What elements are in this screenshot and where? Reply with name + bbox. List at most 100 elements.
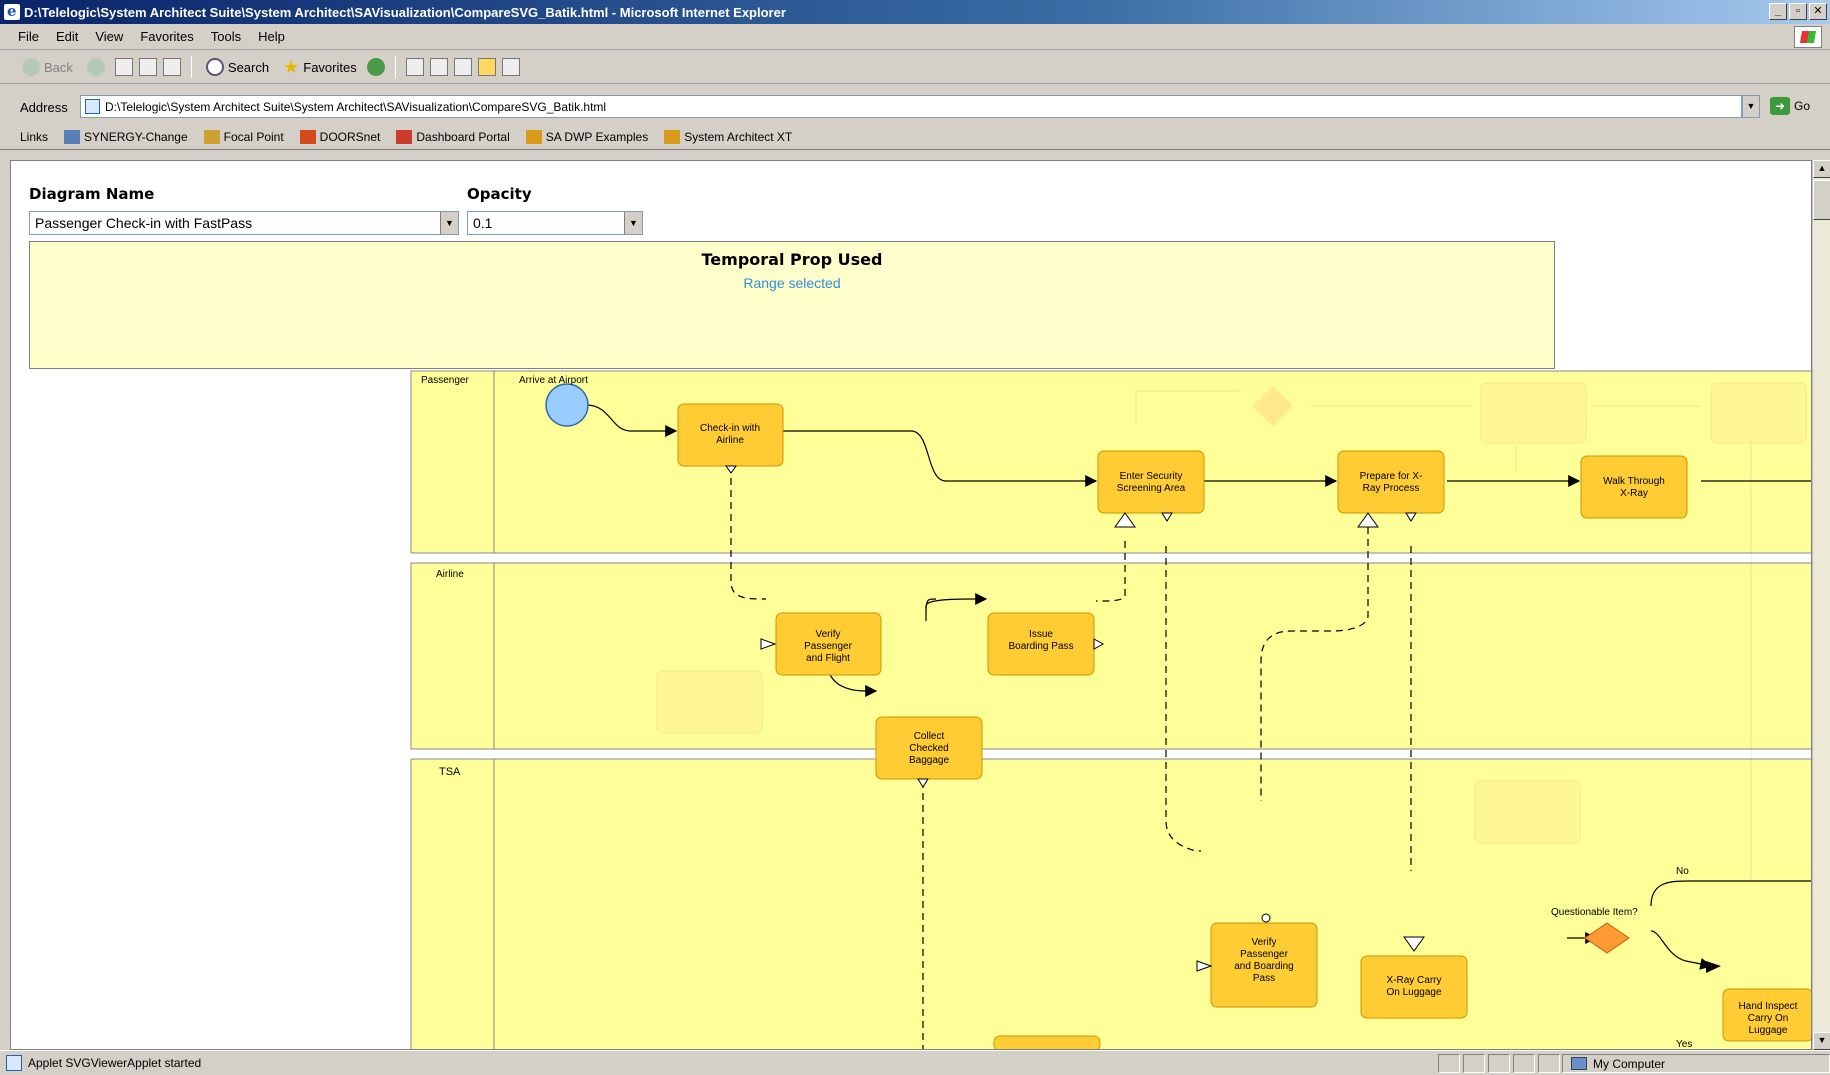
forward-arrow-icon (86, 58, 105, 76)
menu-bar: File Edit View Favorites Tools Help (0, 24, 1830, 50)
scroll-thumb[interactable] (1813, 180, 1830, 220)
sa-xt-icon (664, 129, 681, 144)
lane-label-passenger: Passenger (421, 375, 469, 386)
scroll-down-arrow-icon[interactable]: ▼ (1813, 1032, 1830, 1050)
favorites-button[interactable]: ★ Favorites (279, 55, 361, 80)
close-button[interactable]: ✕ (1809, 3, 1827, 20)
minimize-button[interactable]: _ (1769, 3, 1787, 20)
forward-button[interactable] (83, 56, 109, 78)
svg-text:Hand Inspect: Hand Inspect (1739, 1001, 1798, 1012)
window-title-bar: D:\Telelogic\System Architect Suite\Syst… (0, 0, 1830, 24)
maximize-button[interactable]: ▫ (1789, 3, 1807, 20)
start-event-label: Arrive at Airport (519, 375, 588, 386)
scroll-up-arrow-icon[interactable]: ▲ (1813, 160, 1830, 178)
svg-text:Enter Security: Enter Security (1120, 471, 1183, 482)
stop-icon[interactable] (114, 58, 133, 76)
menu-tools[interactable]: Tools (211, 29, 241, 44)
task-check-in[interactable]: Check-in with Airline (677, 403, 784, 474)
svg-text:Carry On: Carry On (1748, 1013, 1789, 1024)
svg-text:and Boarding: and Boarding (1234, 961, 1294, 972)
svg-text:X-Ray Carry: X-Ray Carry (1386, 975, 1441, 986)
menu-file[interactable]: File (18, 29, 39, 44)
svg-text:Pass: Pass (1253, 973, 1275, 984)
folder-icon[interactable] (477, 58, 496, 76)
lane-tsa: TSA (410, 758, 1811, 1049)
svg-text:Luggage: Luggage (1749, 1025, 1788, 1036)
process-diagram[interactable]: Passenger Airline TSA Arrive at Airport … (11, 161, 1812, 1050)
toolbar: Back Search ★ Favorites (0, 51, 1830, 84)
task-hand-inspect[interactable]: Hand Inspect Carry On Luggage (1722, 988, 1812, 1042)
menu-favorites[interactable]: Favorites (140, 29, 193, 44)
task-collect-baggage[interactable]: Collect Checked Baggage (875, 716, 983, 788)
doors-icon (299, 129, 316, 144)
svg-text:Baggage: Baggage (909, 755, 949, 766)
svg-text:Passenger: Passenger (804, 641, 852, 652)
print-icon[interactable] (453, 58, 472, 76)
task-verify-flight[interactable]: Verify Passenger and Flight (760, 612, 882, 676)
task-verify-boarding-pass[interactable]: Verify Passenger and Boarding Pass (1196, 913, 1318, 1008)
svg-text:Prepare for X-: Prepare for X- (1360, 471, 1423, 482)
status-pane (1513, 1054, 1535, 1073)
menu-help[interactable]: Help (258, 29, 285, 44)
svg-text:On Luggage: On Luggage (1386, 987, 1441, 998)
links-bar: Links SYNERGY-Change Focal Point DOORSne… (0, 124, 1830, 150)
security-zone: My Computer (1562, 1054, 1830, 1073)
task-walk-xray[interactable]: Walk Through X-Ray (1580, 455, 1688, 519)
address-dropdown-button[interactable]: ▼ (1742, 95, 1760, 118)
lane-airline: Airline (410, 562, 1811, 750)
vertical-scrollbar[interactable]: ▲ ▼ (1812, 160, 1830, 1050)
page-content: Diagram Name Passenger Check-in with Fas… (10, 160, 1812, 1050)
messenger-icon[interactable] (501, 58, 520, 76)
link-dashboard-portal[interactable]: Dashboard Portal (396, 129, 510, 144)
no-label: No (1676, 866, 1689, 877)
links-label: Links (20, 129, 49, 144)
address-label: Address (20, 99, 68, 115)
svg-text:X-Ray: X-Ray (1620, 488, 1648, 499)
mail-icon[interactable] (429, 58, 448, 76)
go-button[interactable]: ➜ Go (1770, 97, 1810, 115)
window-title: D:\Telelogic\System Architect Suite\Syst… (24, 4, 786, 20)
page-icon (85, 99, 100, 114)
refresh-icon[interactable] (138, 58, 157, 76)
toolbar-separator (394, 56, 396, 78)
page-icon (6, 1055, 22, 1071)
menu-view[interactable]: View (95, 29, 123, 44)
star-icon: ★ (283, 56, 300, 77)
status-pane (1438, 1054, 1460, 1073)
back-arrow-icon (22, 58, 40, 76)
status-text: Applet SVGViewerApplet started (28, 1056, 202, 1070)
ie-icon (4, 2, 20, 20)
history-icon[interactable] (405, 58, 424, 76)
task-issue-boarding-pass[interactable]: Issue Boarding Pass (987, 612, 1105, 676)
sa-icon (525, 129, 542, 144)
status-bar: Applet SVGViewerApplet started My Comput… (0, 1050, 1830, 1075)
link-doorsnet[interactable]: DOORSnet (299, 129, 380, 144)
dashboard-icon (396, 129, 413, 144)
task-partial[interactable] (993, 1035, 1101, 1050)
toolbar-separator (190, 56, 192, 78)
link-system-architect-xt[interactable]: System Architect XT (664, 129, 792, 144)
home-icon[interactable] (162, 58, 181, 76)
search-icon (205, 58, 224, 76)
windows-logo-icon (1794, 26, 1822, 48)
svg-text:Walk Through: Walk Through (1603, 476, 1665, 487)
media-icon[interactable] (366, 58, 385, 76)
link-synergy-change[interactable]: SYNERGY-Change (64, 129, 188, 144)
computer-icon (1571, 1057, 1587, 1070)
back-button[interactable]: Back (18, 56, 77, 78)
yes-label: Yes (1676, 1039, 1692, 1050)
link-focal-point[interactable]: Focal Point (203, 129, 284, 144)
svg-text:Issue: Issue (1029, 629, 1053, 640)
link-sa-dwp-examples[interactable]: SA DWP Examples (525, 129, 648, 144)
svg-text:Passenger: Passenger (1240, 949, 1288, 960)
svg-text:Screening Area: Screening Area (1117, 483, 1186, 494)
svg-text:Airline: Airline (716, 435, 744, 446)
svg-text:Questionable Item?: Questionable Item? (1551, 907, 1638, 918)
address-input[interactable]: D:\Telelogic\System Architect Suite\Syst… (80, 95, 1742, 118)
svg-text:Checked: Checked (909, 743, 948, 754)
synergy-icon (64, 129, 81, 144)
menu-edit[interactable]: Edit (56, 29, 78, 44)
status-pane (1463, 1054, 1485, 1073)
svg-text:Verify: Verify (815, 629, 840, 640)
search-button[interactable]: Search (202, 56, 273, 78)
